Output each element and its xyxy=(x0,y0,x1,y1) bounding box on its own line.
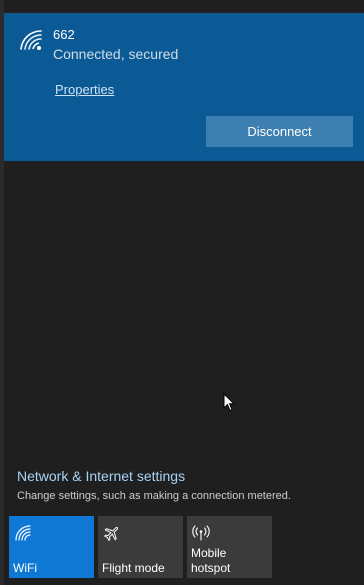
quick-action-flight-mode[interactable]: Flight mode xyxy=(98,516,183,578)
quick-action-wifi[interactable]: WiFi xyxy=(9,516,94,578)
settings-description: Change settings, such as making a connec… xyxy=(17,490,291,502)
wifi-signal-icon xyxy=(19,29,43,51)
connected-network-card[interactable]: 662 Connected, secured Properties Discon… xyxy=(4,13,364,161)
disconnect-button[interactable]: Disconnect xyxy=(206,116,353,147)
tile-label: Flight mode xyxy=(102,561,165,575)
network-internet-settings-link[interactable]: Network & Internet settings xyxy=(17,468,185,484)
wifi-icon xyxy=(14,524,32,542)
hotspot-icon xyxy=(192,524,210,542)
network-flyout: 662 Connected, secured Properties Discon… xyxy=(0,0,364,585)
tile-label: WiFi xyxy=(13,561,37,575)
network-status: Connected, secured xyxy=(53,46,179,62)
airplane-icon xyxy=(103,524,121,542)
properties-link[interactable]: Properties xyxy=(55,82,114,97)
network-name: 662 xyxy=(53,27,75,42)
tile-label: Mobile hotspot xyxy=(191,546,231,575)
mouse-pointer-icon xyxy=(223,392,236,412)
quick-action-mobile-hotspot[interactable]: Mobile hotspot xyxy=(187,516,272,578)
